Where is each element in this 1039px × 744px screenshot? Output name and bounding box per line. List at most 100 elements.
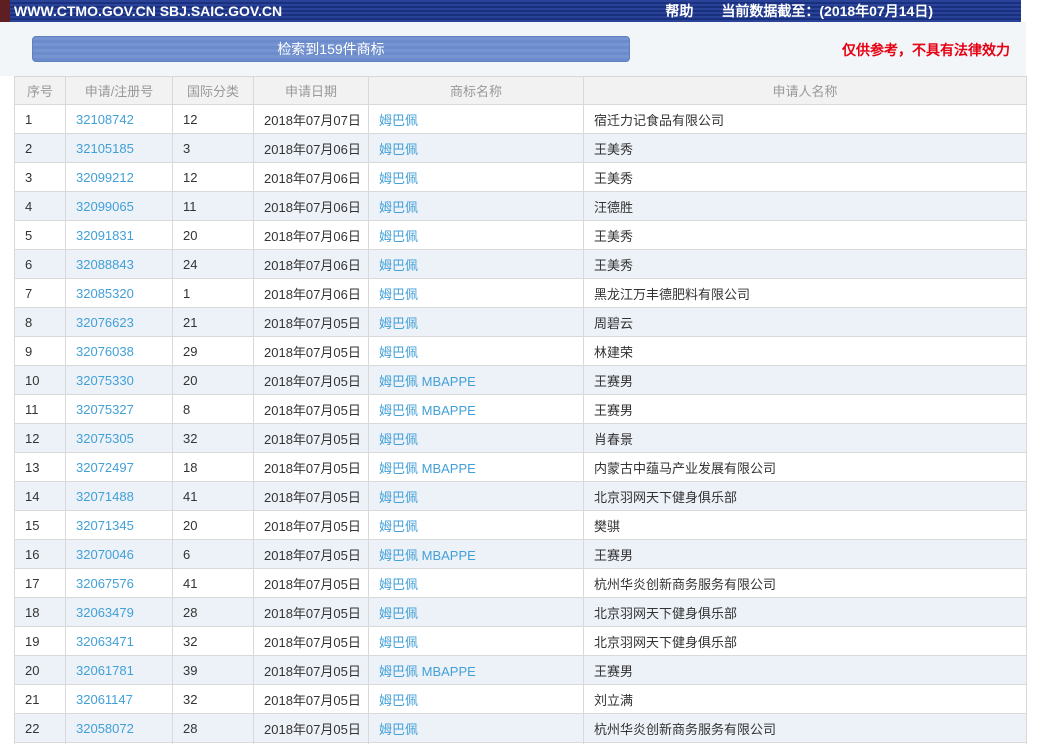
cell-trademark-name[interactable]: 姆巴佩 [368,220,584,250]
cell-application-date: 2018年07月05日 [253,713,369,743]
cell-serial-no: 9 [14,336,66,366]
cell-trademark-name[interactable]: 姆巴佩 [368,249,584,279]
cell-applicant-name: 王赛男 [583,539,1027,569]
cell-trademark-name[interactable]: 姆巴佩 MBAPPE [368,394,584,424]
cell-trademark-name[interactable]: 姆巴佩 [368,713,584,743]
cell-trademark-name[interactable]: 姆巴佩 [368,162,584,192]
cell-application-date: 2018年07月05日 [253,684,369,714]
cell-registration-no[interactable]: 32063471 [65,626,173,656]
table-row: 5 32091831 20 2018年07月06日 姆巴佩 王美秀 [14,220,1027,250]
table-header-col-trademark: 商标名称 [368,76,584,105]
table-row: 18 32063479 28 2018年07月05日 姆巴佩 北京羽网天下健身俱乐部 [14,597,1027,627]
cell-trademark-name[interactable]: 姆巴佩 [368,597,584,627]
cell-registration-no[interactable]: 32070046 [65,539,173,569]
topbar-left-accent [0,0,10,22]
cell-intl-class: 3 [172,133,254,163]
cell-serial-no: 13 [14,452,66,482]
cell-trademark-name[interactable]: 姆巴佩 [368,568,584,598]
page: WWW.CTMO.GOV.CN SBJ.SAIC.GOV.CN 帮助 当前数据截… [0,0,1039,744]
cell-serial-no: 10 [14,365,66,395]
data-cutoff-date: 当前数据截至：(2018年07月14日) [721,3,933,19]
cell-trademark-name[interactable]: 姆巴佩 [368,423,584,453]
table-row: 7 32085320 1 2018年07月06日 姆巴佩 黑龙江万丰德肥料有限公司 [14,278,1027,308]
cell-registration-no[interactable]: 32061781 [65,655,173,685]
cell-registration-no[interactable]: 32061147 [65,684,173,714]
cell-serial-no: 18 [14,597,66,627]
cell-trademark-name[interactable]: 姆巴佩 MBAPPE [368,365,584,395]
cell-registration-no[interactable]: 32091831 [65,220,173,250]
cell-registration-no[interactable]: 32063479 [65,597,173,627]
cell-intl-class: 32 [172,626,254,656]
cell-application-date: 2018年07月05日 [253,568,369,598]
cell-intl-class: 20 [172,365,254,395]
help-link[interactable]: 帮助 [665,1,693,21]
table-row: 21 32061147 32 2018年07月05日 姆巴佩 刘立满 [14,684,1027,714]
cell-application-date: 2018年07月05日 [253,539,369,569]
cell-registration-no[interactable]: 32075330 [65,365,173,395]
cell-trademark-name[interactable]: 姆巴佩 MBAPPE [368,452,584,482]
cell-application-date: 2018年07月05日 [253,423,369,453]
cell-trademark-name[interactable]: 姆巴佩 MBAPPE [368,655,584,685]
cell-applicant-name: 王赛男 [583,394,1027,424]
cell-registration-no[interactable]: 32071345 [65,510,173,540]
cell-intl-class: 28 [172,713,254,743]
cell-application-date: 2018年07月06日 [253,278,369,308]
cell-serial-no: 21 [14,684,66,714]
cell-application-date: 2018年07月06日 [253,220,369,250]
cell-serial-no: 15 [14,510,66,540]
cell-trademark-name[interactable]: 姆巴佩 [368,336,584,366]
cell-applicant-name: 王美秀 [583,133,1027,163]
cell-intl-class: 8 [172,394,254,424]
cell-application-date: 2018年07月05日 [253,626,369,656]
cell-trademark-name[interactable]: 姆巴佩 [368,191,584,221]
cell-trademark-name[interactable]: 姆巴佩 [368,481,584,511]
cell-registration-no[interactable]: 32099212 [65,162,173,192]
table-row: 4 32099065 11 2018年07月06日 姆巴佩 汪德胜 [14,191,1027,221]
cell-serial-no: 11 [14,394,66,424]
cell-registration-no[interactable]: 32108742 [65,104,173,134]
table-row: 20 32061781 39 2018年07月05日 姆巴佩 MBAPPE 王赛男 [14,655,1027,685]
cell-trademark-name[interactable]: 姆巴佩 [368,278,584,308]
cell-trademark-name[interactable]: 姆巴佩 [368,626,584,656]
cell-applicant-name: 北京羽网天下健身俱乐部 [583,481,1027,511]
cell-trademark-name[interactable]: 姆巴佩 [368,133,584,163]
cell-registration-no[interactable]: 32075327 [65,394,173,424]
cell-trademark-name[interactable]: 姆巴佩 MBAPPE [368,539,584,569]
disclaimer-text: 仅供参考，不具有法律效力 [842,42,1010,58]
cell-registration-no[interactable]: 32067576 [65,568,173,598]
cell-applicant-name: 林建荣 [583,336,1027,366]
cell-registration-no[interactable]: 32075305 [65,423,173,453]
topbar-right-group: 帮助 当前数据截至：(2018年07月14日) [665,1,933,21]
cell-application-date: 2018年07月05日 [253,365,369,395]
cell-intl-class: 41 [172,568,254,598]
table-header-row: 序号 申请/注册号 国际分类 申请日期 商标名称 申请人名称 [14,76,1027,105]
cell-application-date: 2018年07月05日 [253,655,369,685]
cell-intl-class: 32 [172,423,254,453]
cell-registration-no[interactable]: 32058072 [65,713,173,743]
cell-registration-no[interactable]: 32099065 [65,191,173,221]
table-row: 10 32075330 20 2018年07月05日 姆巴佩 MBAPPE 王赛男 [14,365,1027,395]
cell-registration-no[interactable]: 32076623 [65,307,173,337]
cell-trademark-name[interactable]: 姆巴佩 [368,510,584,540]
cell-registration-no[interactable]: 32085320 [65,278,173,308]
cell-applicant-name: 王美秀 [583,249,1027,279]
cell-registration-no[interactable]: 32071488 [65,481,173,511]
cell-registration-no[interactable]: 32088843 [65,249,173,279]
cell-registration-no[interactable]: 32072497 [65,452,173,482]
table-row: 22 32058072 28 2018年07月05日 姆巴佩 杭州华炎创新商务服务有限公司 [14,713,1027,743]
cell-trademark-name[interactable]: 姆巴佩 [368,684,584,714]
cell-intl-class: 18 [172,452,254,482]
cell-application-date: 2018年07月06日 [253,133,369,163]
table-row: 15 32071345 20 2018年07月05日 姆巴佩 樊骐 [14,510,1027,540]
cell-registration-no[interactable]: 32076038 [65,336,173,366]
results-count-button[interactable]: 检索到159件商标 [32,36,630,62]
cell-applicant-name: 王赛男 [583,655,1027,685]
cell-applicant-name: 汪德胜 [583,191,1027,221]
cell-serial-no: 3 [14,162,66,192]
cell-applicant-name: 内蒙古中蕴马产业发展有限公司 [583,452,1027,482]
table-row: 9 32076038 29 2018年07月05日 姆巴佩 林建荣 [14,336,1027,366]
cell-trademark-name[interactable]: 姆巴佩 [368,104,584,134]
cell-registration-no[interactable]: 32105185 [65,133,173,163]
cell-trademark-name[interactable]: 姆巴佩 [368,307,584,337]
cell-intl-class: 29 [172,336,254,366]
